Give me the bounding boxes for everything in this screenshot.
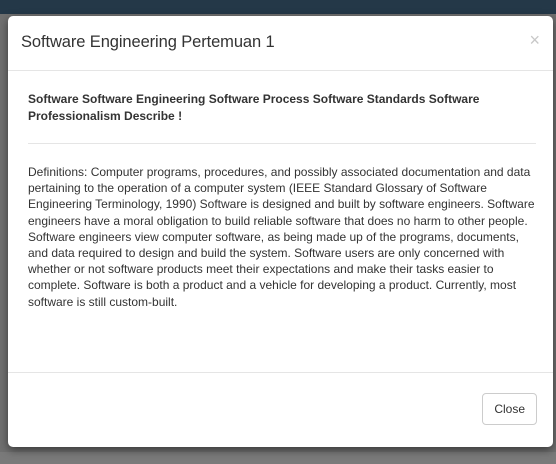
modal-dialog: Software Engineering Pertemuan 1 × Softw…	[8, 16, 553, 447]
close-button[interactable]: Close	[482, 393, 537, 425]
modal-header: Software Engineering Pertemuan 1 ×	[8, 16, 553, 71]
modal-title: Software Engineering Pertemuan 1	[21, 33, 275, 51]
modal-body: Software Software Engineering Software P…	[28, 91, 536, 310]
page-navbar-behind-backdrop	[0, 0, 556, 14]
modal-footer: Close	[8, 372, 553, 447]
question-text: Software Software Engineering Software P…	[28, 92, 480, 123]
divider	[28, 143, 536, 144]
close-icon[interactable]: ×	[529, 31, 540, 49]
answer-text: Definitions: Computer programs, procedur…	[28, 165, 535, 309]
page-content-behind-backdrop	[0, 452, 556, 464]
